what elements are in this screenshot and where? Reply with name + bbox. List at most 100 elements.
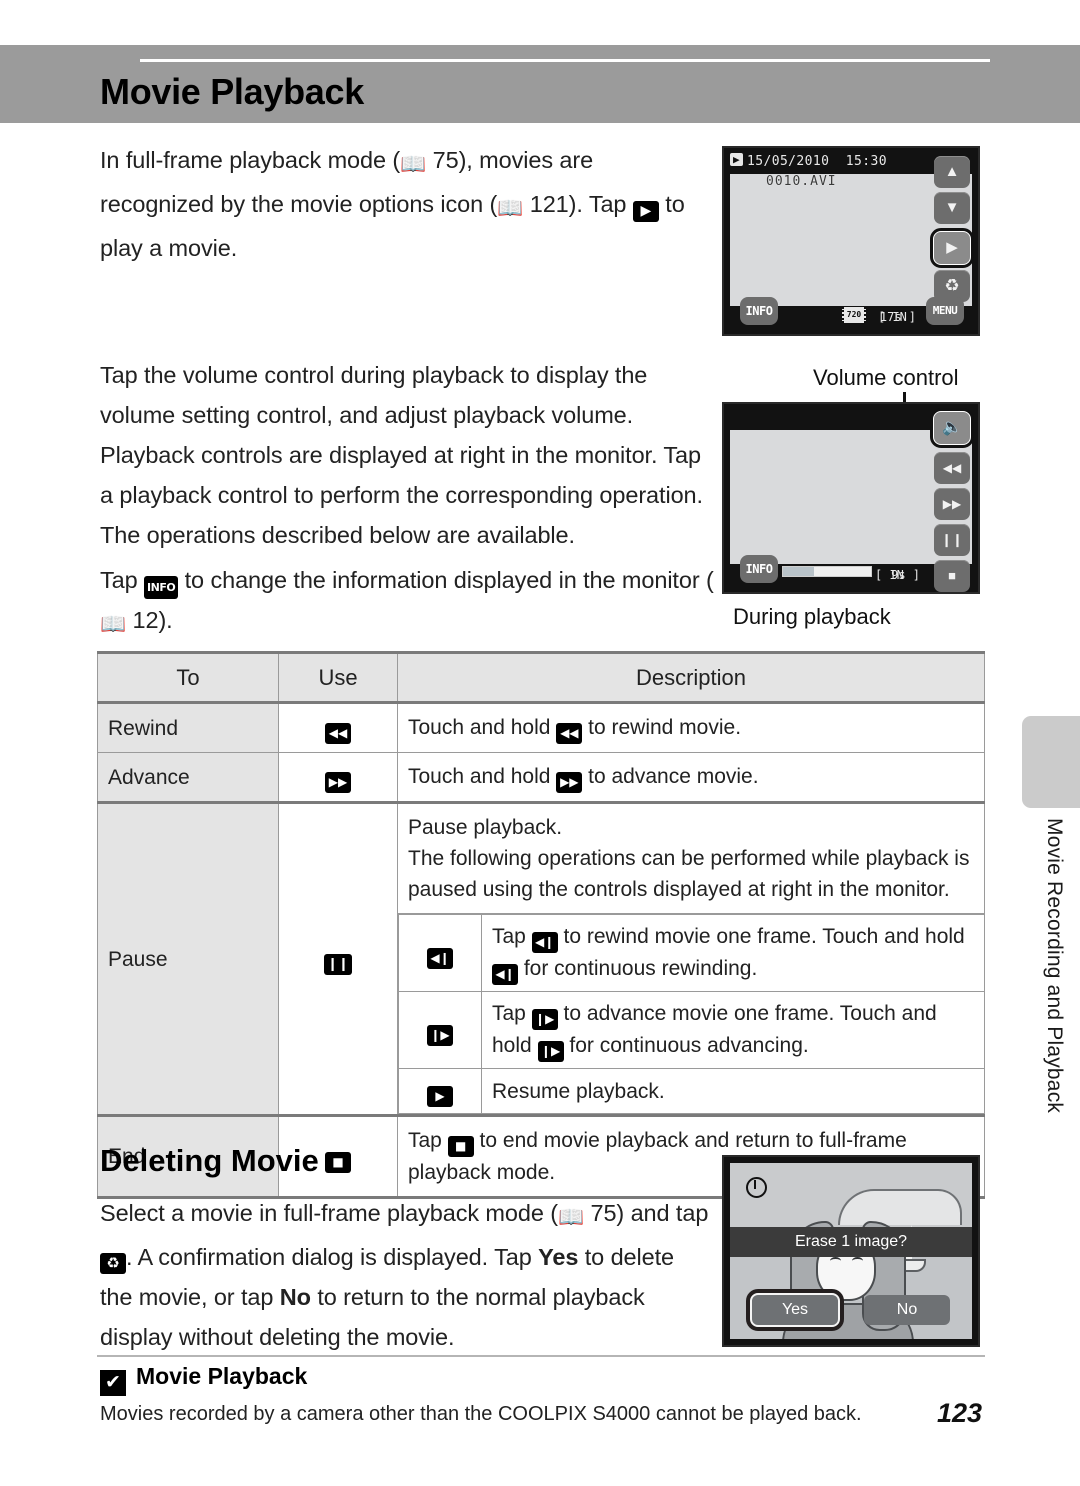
volume-control-callout-label: Volume control bbox=[813, 365, 959, 390]
delete-page-ref-75: 75 bbox=[590, 1200, 617, 1226]
rewind-desc-a: Touch and hold bbox=[408, 716, 557, 739]
volume-control-button[interactable]: 🔈 bbox=[930, 408, 974, 448]
rewind-button[interactable]: ◀◀ bbox=[934, 452, 970, 484]
delete-text-c: . A confirmation dialog is displayed. Ta… bbox=[126, 1244, 539, 1270]
intro-page-ref-121: 121 bbox=[529, 191, 569, 217]
screen-caption-during-playback: During playback bbox=[733, 604, 891, 629]
book-icon: 📖 bbox=[497, 196, 524, 220]
erase-confirm-message: Erase 1 image? bbox=[730, 1227, 972, 1257]
play-movie-button[interactable]: ▶ bbox=[930, 228, 974, 268]
info-text-b: to change the information displayed in t… bbox=[178, 567, 714, 593]
frame-advance-icon: ❙▶ bbox=[427, 1025, 453, 1046]
header-rule bbox=[140, 59, 990, 62]
sub-icon-frame-rewind: ◀❙ bbox=[398, 914, 482, 992]
scroll-up-button[interactable]: ▲ bbox=[934, 156, 970, 188]
book-icon: 📖 bbox=[557, 1205, 585, 1229]
trash-icon: ♻ bbox=[100, 1253, 126, 1274]
chapter-tab-block bbox=[1022, 716, 1080, 808]
row-label-pause: Pause bbox=[97, 801, 279, 1116]
frame-rewind-icon: ◀❙ bbox=[427, 948, 453, 969]
info-text-c: ). bbox=[158, 607, 173, 633]
note-heading-text: Movie Playback bbox=[136, 1363, 308, 1389]
frame-rewind-icon: ◀❙ bbox=[531, 932, 558, 953]
end-desc-a: Tap bbox=[408, 1129, 448, 1152]
table-row: Advance ▶▶ Touch and hold ▶▶ to advance … bbox=[97, 752, 985, 803]
note-body-text: Movies recorded by a camera other than t… bbox=[100, 1403, 862, 1425]
intro-text-c: ). Tap bbox=[568, 191, 633, 217]
frame-advance-icon: ❙▶ bbox=[531, 1009, 558, 1030]
battery-icon bbox=[746, 1177, 767, 1198]
note-divider bbox=[97, 1355, 985, 1357]
pause-button[interactable]: ❙❙ bbox=[934, 524, 970, 556]
info-button[interactable]: INFO bbox=[740, 555, 778, 583]
advance-desc-a: Touch and hold bbox=[408, 765, 557, 788]
info-icon: INFO bbox=[144, 576, 179, 599]
table-row: Rewind ◀◀ Touch and hold ◀◀ to rewind mo… bbox=[97, 702, 985, 753]
book-icon: 📖 bbox=[400, 152, 427, 176]
rewind-desc-b: to rewind movie. bbox=[582, 716, 742, 739]
photo-person-eye-left bbox=[830, 1257, 841, 1265]
frame-rewind-icon: ◀❙ bbox=[492, 964, 518, 985]
table-header-use: Use bbox=[278, 651, 398, 704]
info-paragraph: Tap INFO to change the information displ… bbox=[100, 560, 715, 644]
info-button[interactable]: INFO bbox=[740, 297, 778, 325]
movie-duration-label: 17s ] bbox=[879, 310, 916, 324]
stop-icon: ■ bbox=[325, 1151, 351, 1173]
row-label-rewind: Rewind bbox=[97, 702, 279, 753]
screen-full-frame-playback: ▶ 15/05/2010 15:30 0010.AVI ▲ ▼ ▶ ♻ INFO … bbox=[722, 146, 980, 336]
scroll-down-button[interactable]: ▼ bbox=[934, 192, 970, 224]
pause-intro-line-1: Pause playback. bbox=[408, 816, 563, 839]
deleting-movie-paragraph: Select a movie in full-frame playback mo… bbox=[100, 1193, 710, 1357]
remaining-time-label: 9s ] bbox=[891, 568, 920, 582]
capture-date: 15/05/2010 bbox=[747, 154, 830, 169]
note-heading: ✔ Movie Playback bbox=[100, 1363, 307, 1396]
sub-row-frame-rewind: ◀❙ Tap ◀❙ to rewind movie one frame. Tou… bbox=[398, 914, 985, 992]
sub-icon-frame-advance: ❙▶ bbox=[398, 991, 482, 1069]
erase-no-button[interactable]: No bbox=[864, 1295, 950, 1325]
pause-subtable-cell: ◀❙ Tap ◀❙ to rewind movie one frame. Tou… bbox=[398, 914, 985, 1116]
sub-row-frame-advance: ❙▶ Tap ❙▶ to advance movie one frame. To… bbox=[398, 991, 985, 1069]
frame-rewind-text-c: for continuous rewinding. bbox=[518, 957, 758, 980]
screen-erase-confirmation: Erase 1 image? Yes No bbox=[722, 1155, 980, 1347]
rewind-icon: ◀◀ bbox=[556, 723, 583, 744]
volume-paragraph: Tap the volume control during playback t… bbox=[100, 362, 648, 428]
advance-button[interactable]: ▶▶ bbox=[934, 488, 970, 520]
erase-yes-button[interactable]: Yes bbox=[746, 1289, 844, 1331]
advance-icon: ▶▶ bbox=[325, 772, 351, 793]
row-desc-advance: Touch and hold ▶▶ to advance movie. bbox=[397, 752, 985, 803]
page-header-bar: Movie Playback bbox=[0, 45, 1080, 123]
playback-progress-bar[interactable] bbox=[782, 566, 872, 577]
intro-page-ref-75: 75 bbox=[432, 147, 459, 173]
rewind-icon: ◀◀ bbox=[325, 723, 351, 744]
row-desc-rewind: Touch and hold ◀◀ to rewind movie. bbox=[397, 702, 985, 753]
delete-no-label: No bbox=[279, 1284, 311, 1310]
pause-icon: ❙❙ bbox=[324, 954, 352, 975]
preview-photo: Erase 1 image? Yes No bbox=[730, 1163, 972, 1339]
capture-time: 15:30 bbox=[845, 154, 887, 169]
row-label-advance: Advance bbox=[97, 752, 279, 803]
caution-mark-icon: ✔ bbox=[100, 1370, 126, 1396]
delete-text-b: ) and tap bbox=[616, 1200, 709, 1226]
delete-yes-label: Yes bbox=[538, 1244, 579, 1270]
frame-advance-text-a: Tap bbox=[492, 1002, 532, 1025]
playback-mode-icon: ▶ bbox=[730, 153, 744, 166]
intro-text-a: In full-frame playback mode ( bbox=[100, 147, 401, 173]
page-number: 123 bbox=[936, 1398, 982, 1428]
file-name-label: 0010.AVI bbox=[766, 174, 837, 189]
table-header-to: To bbox=[97, 651, 279, 704]
book-icon: 📖 bbox=[100, 612, 127, 636]
play-icon: ▶ bbox=[632, 201, 659, 222]
photo-mountain bbox=[838, 1189, 962, 1225]
controls-paragraph: Playback controls are displayed at right… bbox=[100, 442, 703, 548]
sub-desc-resume: Resume playback. bbox=[481, 1068, 985, 1114]
page-title: Movie Playback bbox=[100, 71, 364, 112]
screen-bottom-bar: INFO 720 [ IN 17s ] MENU bbox=[730, 297, 972, 330]
sub-row-resume: ▶ Resume playback. bbox=[398, 1068, 985, 1114]
chapter-tab-label: Movie Recording and Playback bbox=[1043, 818, 1066, 1114]
sub-icon-resume: ▶ bbox=[398, 1068, 482, 1114]
frame-advance-icon: ❙▶ bbox=[537, 1041, 564, 1062]
sub-desc-frame-advance: Tap ❙▶ to advance movie one frame. Touch… bbox=[481, 991, 985, 1069]
playback-operations-table: To Use Description Rewind ◀◀ Touch and h… bbox=[97, 651, 985, 1199]
sub-desc-frame-rewind: Tap ◀❙ to rewind movie one frame. Touch … bbox=[481, 914, 985, 992]
menu-button[interactable]: MENU bbox=[926, 297, 964, 325]
